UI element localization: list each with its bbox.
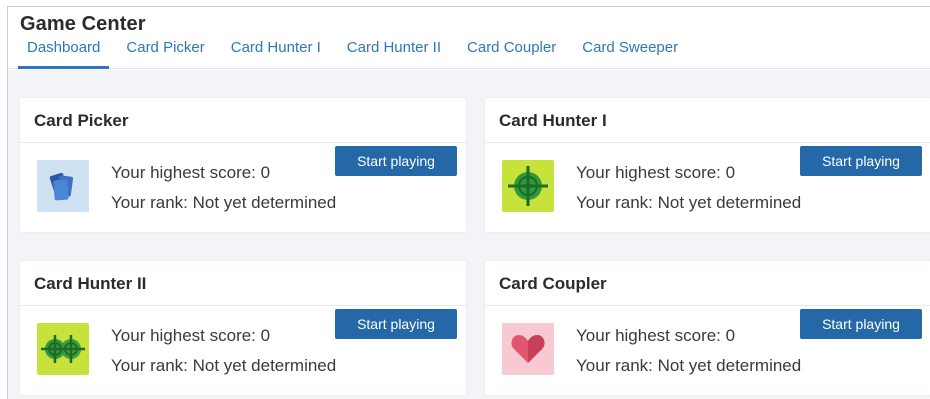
stacked-cards-icon (37, 160, 89, 212)
app-header: Game Center Dashboard Card Picker Card H… (8, 7, 930, 69)
card-title: Card Hunter II (20, 261, 466, 306)
card-body: Your highest score: 0 Your rank: Not yet… (20, 306, 466, 395)
card-body: Your highest score: 0 Your rank: Not yet… (20, 143, 466, 232)
tab-bar: Dashboard Card Picker Card Hunter I Card… (18, 38, 695, 69)
rank: Your rank: Not yet determined (576, 193, 802, 212)
highest-score: Your highest score: 0 (111, 163, 271, 182)
rank: Your rank: Not yet determined (576, 356, 802, 375)
card-title: Card Coupler (485, 261, 930, 306)
heart-icon (502, 323, 554, 375)
start-playing-button[interactable]: Start playing (335, 309, 457, 339)
tab-card-hunter-i[interactable]: Card Hunter I (222, 38, 330, 69)
card-title: Card Picker (20, 98, 466, 143)
tab-dashboard[interactable]: Dashboard (18, 38, 110, 69)
dashboard-content: Card Picker Your highest score: 0 Your r… (8, 70, 930, 399)
rank: Your rank: Not yet determined (111, 356, 337, 375)
rank: Your rank: Not yet determined (111, 193, 337, 212)
game-center-window: Game Center Dashboard Card Picker Card H… (7, 6, 930, 399)
double-crosshair-icon (37, 323, 89, 375)
app-title: Game Center (20, 13, 146, 35)
tab-card-picker[interactable]: Card Picker (117, 38, 213, 69)
game-card-card-coupler: Card Coupler Your highest score: 0 Your … (485, 261, 930, 395)
game-card-card-picker: Card Picker Your highest score: 0 Your r… (20, 98, 466, 232)
start-playing-button[interactable]: Start playing (800, 309, 922, 339)
tab-card-coupler[interactable]: Card Coupler (458, 38, 565, 69)
game-card-card-hunter-i: Card Hunter I Your highest score: 0 Your… (485, 98, 930, 232)
tab-card-hunter-ii[interactable]: Card Hunter II (338, 38, 450, 69)
highest-score: Your highest score: 0 (576, 163, 736, 182)
start-playing-button[interactable]: Start playing (335, 146, 457, 176)
tab-card-sweeper[interactable]: Card Sweeper (573, 38, 687, 69)
start-playing-button[interactable]: Start playing (800, 146, 922, 176)
card-body: Your highest score: 0 Your rank: Not yet… (485, 143, 930, 232)
game-card-card-hunter-ii: Card Hunter II Your highest score: 0 You… (20, 261, 466, 395)
highest-score: Your highest score: 0 (111, 326, 271, 345)
card-body: Your highest score: 0 Your rank: Not yet… (485, 306, 930, 395)
highest-score: Your highest score: 0 (576, 326, 736, 345)
card-title: Card Hunter I (485, 98, 930, 143)
crosshair-target-icon (502, 160, 554, 212)
